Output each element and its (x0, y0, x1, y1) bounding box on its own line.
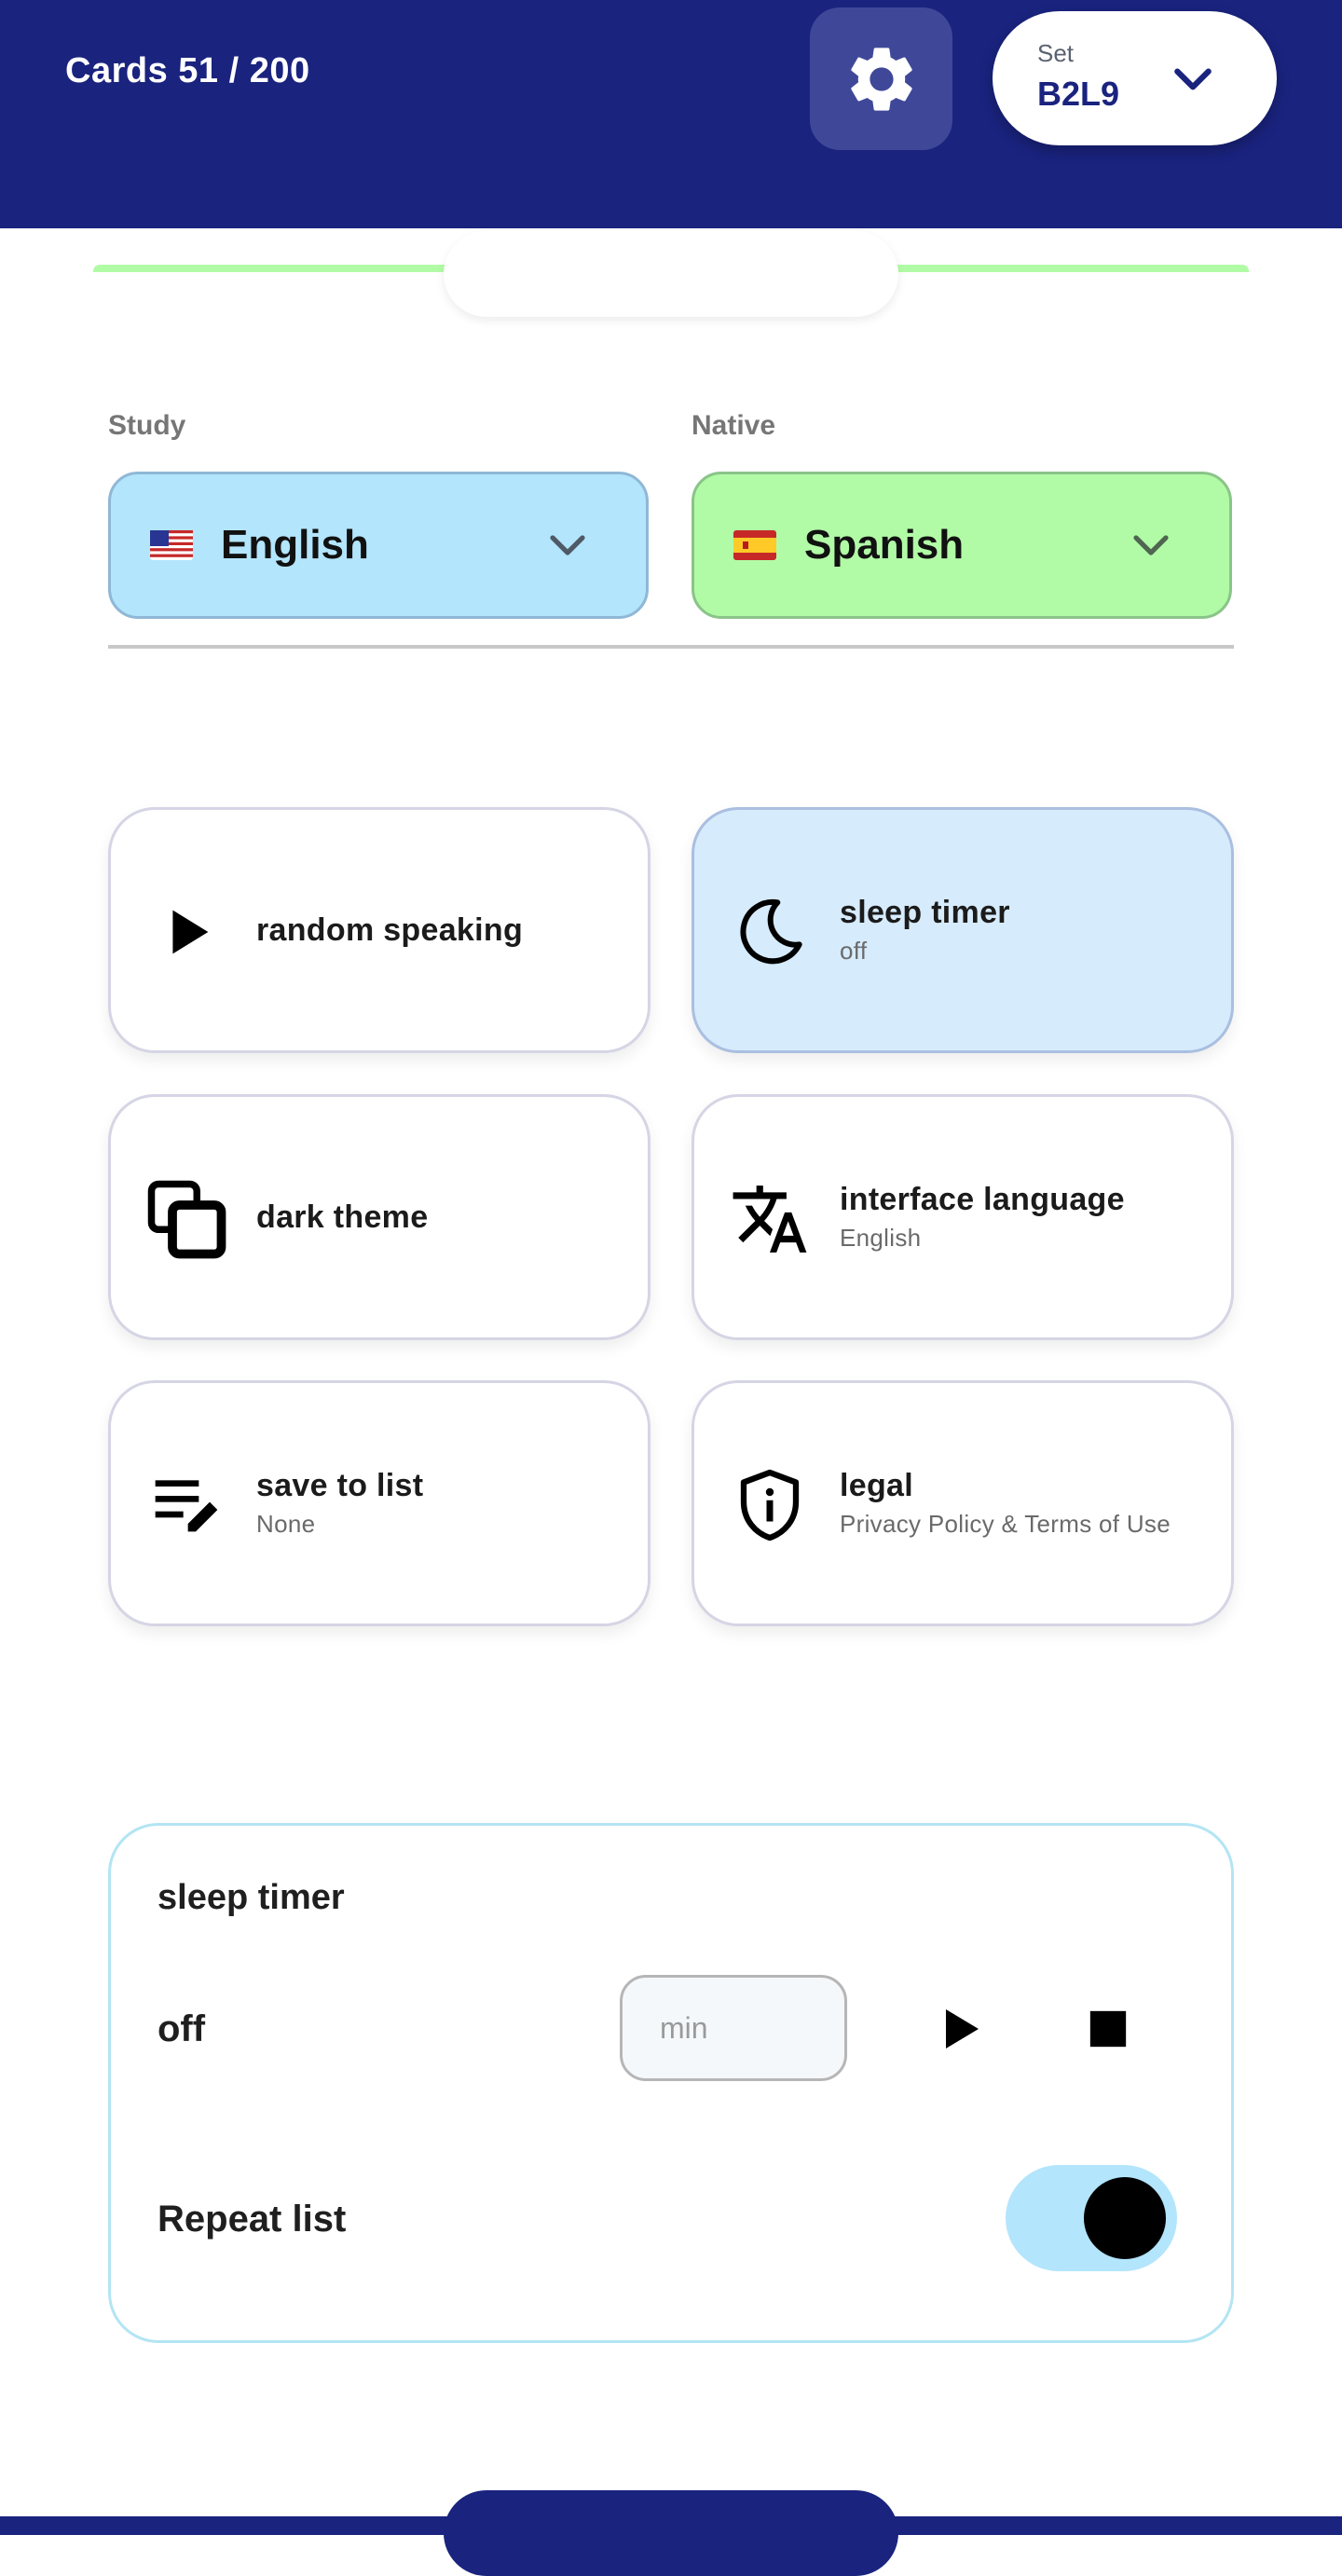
shield-info-icon (728, 1463, 812, 1547)
tile-title: random speaking (256, 911, 524, 948)
tile-subtitle: off (840, 937, 868, 965)
random-speaking-tile[interactable]: random speaking (108, 807, 650, 1053)
play-icon (144, 890, 228, 974)
chevron-down-icon (1133, 535, 1169, 555)
study-label: Study (108, 410, 186, 441)
stop-timer-button[interactable] (1080, 2001, 1136, 2057)
theme-squares-icon (144, 1177, 228, 1261)
playlist-edit-icon (144, 1463, 228, 1547)
dark-theme-tile[interactable]: dark theme (108, 1094, 650, 1340)
start-timer-button[interactable] (931, 2001, 987, 2057)
tile-subtitle: Privacy Policy & Terms of Use (840, 1510, 1171, 1538)
set-value: B2L9 (1037, 75, 1120, 113)
tile-title: interface language (840, 1182, 1125, 1217)
set-label: Set (1037, 39, 1075, 67)
minutes-input[interactable] (620, 1975, 847, 2081)
chevron-down-icon (550, 535, 585, 555)
sleep-timer-title: sleep timer (157, 1878, 345, 1917)
stop-icon (1089, 2010, 1127, 2048)
native-language-select[interactable]: Spanish (692, 472, 1232, 619)
study-language-value: English (221, 522, 369, 568)
save-to-list-tile[interactable]: save to list None (108, 1380, 650, 1626)
es-flag-icon (733, 530, 776, 560)
toggle-knob (1084, 2177, 1166, 2259)
tile-subtitle: English (840, 1224, 922, 1252)
settings-button[interactable] (810, 7, 952, 150)
play-icon (946, 2009, 979, 2048)
study-language-select[interactable]: English (108, 472, 649, 619)
sleep-timer-panel: sleep timer off Repeat list (108, 1823, 1234, 2343)
tile-title: sleep timer (840, 895, 1010, 930)
divider (108, 645, 1234, 649)
cards-count: Cards 51 / 200 (65, 51, 310, 90)
top-app-bar: Cards 51 / 200 Set B2L9 (0, 0, 1342, 228)
legal-tile[interactable]: legal Privacy Policy & Terms of Use (692, 1380, 1234, 1626)
sheet-handle[interactable] (444, 231, 898, 317)
translate-icon (728, 1177, 812, 1261)
tile-subtitle: None (256, 1510, 316, 1538)
native-language-value: Spanish (804, 522, 965, 568)
tile-title: legal (840, 1468, 913, 1503)
native-label: Native (692, 410, 776, 441)
sleep-timer-state: off (157, 2008, 206, 2049)
chevron-down-icon (1174, 68, 1212, 90)
bottom-sheet-handle[interactable] (444, 2490, 898, 2576)
sleep-timer-tile[interactable]: sleep timer off (692, 807, 1234, 1053)
gear-icon (850, 47, 912, 111)
us-flag-icon (150, 530, 193, 560)
set-selector[interactable]: Set B2L9 (993, 11, 1277, 145)
tile-title: dark theme (256, 1199, 429, 1235)
moon-icon (728, 890, 812, 974)
repeat-list-toggle[interactable] (1006, 2165, 1177, 2271)
interface-language-tile[interactable]: interface language English (692, 1094, 1234, 1340)
repeat-list-label: Repeat list (157, 2199, 347, 2240)
tile-title: save to list (256, 1468, 424, 1503)
